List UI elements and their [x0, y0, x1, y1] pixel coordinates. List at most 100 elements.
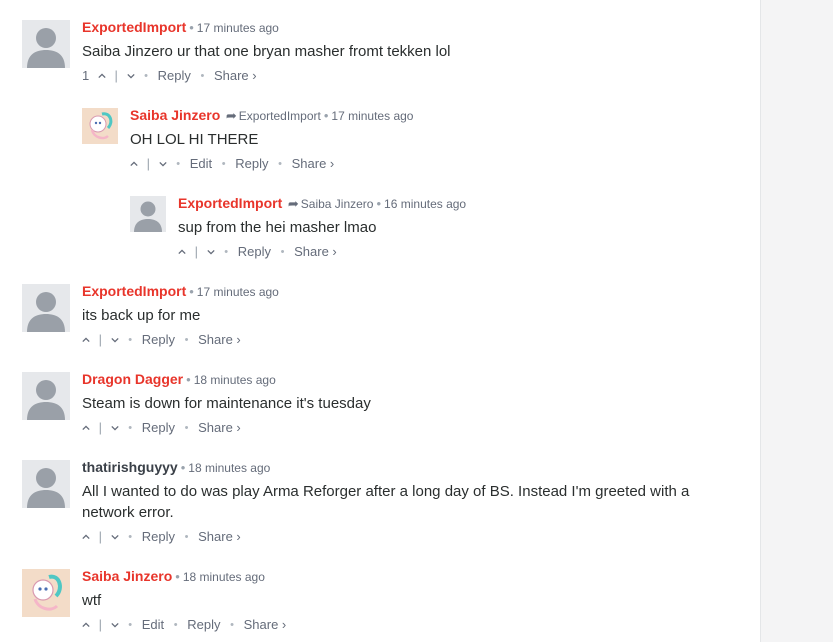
- comment-author[interactable]: ExportedImport: [82, 283, 186, 299]
- upvote-icon[interactable]: [130, 155, 138, 173]
- vote-divider: |: [98, 331, 103, 347]
- avatar[interactable]: [22, 284, 70, 332]
- reply-link[interactable]: Reply: [238, 243, 271, 261]
- vote-divider: |: [98, 616, 103, 632]
- separator-dot: •: [128, 530, 133, 543]
- upvote-icon[interactable]: [82, 616, 90, 634]
- separator-dot: •: [224, 245, 229, 258]
- share-link[interactable]: Share ›: [198, 419, 241, 437]
- share-link[interactable]: Share ›: [198, 528, 241, 546]
- comment-text: All I wanted to do was play Arma Reforge…: [82, 483, 690, 521]
- upvote-icon[interactable]: [178, 243, 186, 261]
- downvote-icon[interactable]: [110, 419, 119, 437]
- comment-time[interactable]: 17 minutes ago: [197, 285, 279, 299]
- comment-author[interactable]: ExportedImport: [82, 19, 186, 35]
- separator-dot: •: [176, 157, 181, 170]
- reply-arrow-icon: ➦: [225, 108, 237, 123]
- reply-link[interactable]: Reply: [142, 528, 175, 546]
- comment-author[interactable]: Saiba Jinzero: [82, 568, 172, 584]
- downvote-icon[interactable]: [110, 616, 119, 634]
- edit-link[interactable]: Edit: [190, 155, 212, 173]
- downvote-icon[interactable]: [126, 67, 135, 85]
- share-link[interactable]: Share ›: [244, 616, 287, 634]
- comment-text: its back up for me: [82, 307, 201, 324]
- comment-footer: 1 | • Reply • Share ›: [82, 66, 722, 84]
- reply-link[interactable]: Reply: [142, 419, 175, 437]
- separator-dot: •: [184, 333, 189, 346]
- avatar[interactable]: [130, 196, 166, 232]
- separator-dot: •: [376, 196, 382, 211]
- separator-dot: •: [189, 20, 194, 35]
- upvote-icon[interactable]: [82, 528, 90, 546]
- comment-author[interactable]: Saiba Jinzero: [130, 107, 220, 123]
- share-link[interactable]: Share ›: [294, 243, 337, 261]
- share-link[interactable]: Share ›: [214, 67, 257, 85]
- downvote-icon[interactable]: [206, 243, 215, 261]
- reply-link[interactable]: Reply: [142, 331, 175, 349]
- separator-dot: •: [184, 530, 189, 543]
- avatar[interactable]: [22, 20, 70, 68]
- edit-link[interactable]: Edit: [142, 616, 164, 634]
- comment-text: wtf: [82, 592, 102, 609]
- downvote-icon[interactable]: [110, 331, 119, 349]
- reply-to-user[interactable]: ExportedImport: [239, 109, 321, 123]
- vote-divider: |: [114, 67, 118, 83]
- avatar[interactable]: [82, 108, 118, 144]
- comment-footer: | • Edit • Reply • Share ›: [82, 615, 722, 633]
- separator-dot: •: [189, 284, 194, 299]
- reply-to[interactable]: ➦ Saiba Jinzero: [286, 196, 374, 211]
- comment-time[interactable]: 18 minutes ago: [183, 570, 265, 584]
- separator-dot: •: [221, 157, 226, 170]
- comment-author[interactable]: thatirishguyyy: [82, 459, 178, 475]
- right-sidebar: [760, 0, 833, 642]
- separator-dot: •: [230, 618, 234, 631]
- comment-footer: | • Reply • Share ›: [82, 330, 722, 348]
- upvote-icon[interactable]: [82, 419, 90, 437]
- comment-time[interactable]: 16 minutes ago: [384, 197, 466, 211]
- upvote-icon[interactable]: [93, 67, 106, 85]
- vote-divider: |: [194, 243, 199, 259]
- vote-divider: |: [98, 528, 103, 544]
- avatar[interactable]: [22, 569, 70, 617]
- separator-dot: •: [280, 245, 285, 258]
- comment-footer: | • Reply • Share ›: [178, 242, 818, 260]
- comment-time[interactable]: 18 minutes ago: [194, 373, 276, 387]
- downvote-icon[interactable]: [110, 528, 119, 546]
- reply-to[interactable]: ➦ ExportedImport: [224, 108, 321, 123]
- separator-dot: •: [128, 618, 133, 631]
- comment-text: Steam is down for maintenance it's tuesd…: [82, 395, 371, 412]
- separator-dot: •: [128, 333, 133, 346]
- separator-dot: •: [180, 460, 186, 475]
- comment-text: Saiba Jinzero ur that one bryan masher f…: [82, 43, 451, 60]
- separator-dot: •: [184, 421, 189, 434]
- comment-text: sup from the hei masher lmao: [178, 219, 377, 236]
- comment-footer: | • Reply • Share ›: [82, 418, 722, 436]
- separator-dot: •: [173, 618, 178, 631]
- reply-arrow-icon: ➦: [287, 196, 299, 211]
- vote-divider: |: [146, 155, 151, 171]
- reply-to-user[interactable]: Saiba Jinzero: [301, 197, 374, 211]
- separator-dot: •: [278, 157, 282, 170]
- vote-divider: |: [98, 419, 103, 435]
- comment-time[interactable]: 17 minutes ago: [331, 109, 413, 123]
- avatar[interactable]: [22, 460, 70, 508]
- comment-footer: | • Edit • Reply • Share ›: [130, 154, 770, 172]
- reply-link[interactable]: Reply: [235, 155, 268, 173]
- separator-dot: •: [144, 69, 148, 82]
- upvote-icon[interactable]: [82, 331, 90, 349]
- reply-link[interactable]: Reply: [187, 616, 220, 634]
- comment-time[interactable]: 18 minutes ago: [188, 461, 270, 475]
- comment-time[interactable]: 17 minutes ago: [197, 21, 279, 35]
- comment-author[interactable]: ExportedImport: [178, 195, 282, 211]
- avatar[interactable]: [22, 372, 70, 420]
- comment-author[interactable]: Dragon Dagger: [82, 371, 183, 387]
- share-link[interactable]: Share ›: [292, 155, 335, 173]
- share-link[interactable]: Share ›: [198, 331, 241, 349]
- separator-dot: •: [200, 69, 205, 82]
- separator-dot: •: [323, 108, 329, 123]
- reply-link[interactable]: Reply: [158, 67, 191, 85]
- separator-dot: •: [186, 372, 191, 387]
- comment-footer: | • Reply • Share ›: [82, 527, 722, 545]
- comment-text: OH LOL HI THERE: [130, 131, 259, 148]
- downvote-icon[interactable]: [158, 155, 167, 173]
